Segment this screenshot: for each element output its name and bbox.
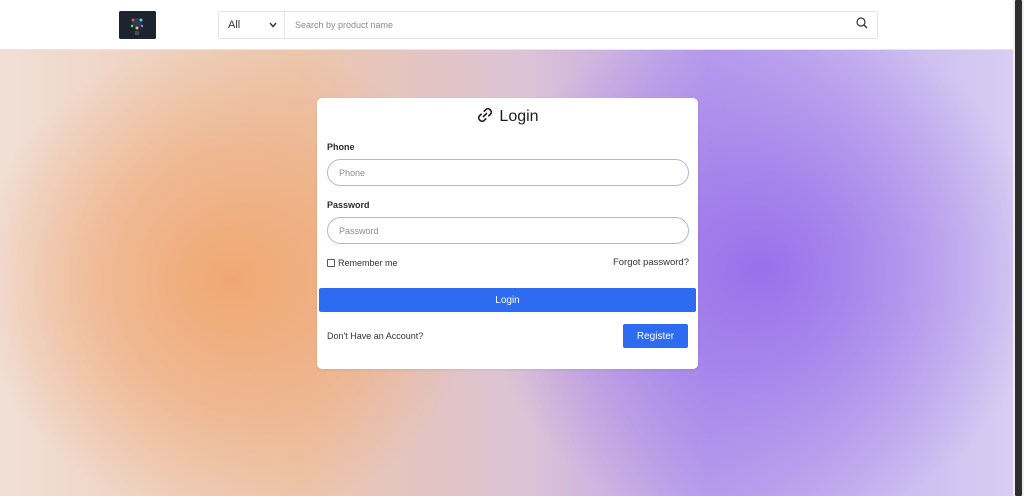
remember-me-checkbox[interactable] bbox=[327, 259, 335, 267]
search-button[interactable] bbox=[847, 12, 877, 38]
page-scrollbar[interactable] bbox=[1013, 0, 1024, 496]
no-account-text: Don't Have an Account? bbox=[327, 331, 424, 341]
password-label: Password bbox=[327, 200, 370, 210]
search-input[interactable] bbox=[285, 12, 847, 38]
top-navbar: All bbox=[0, 0, 1013, 50]
login-card: Login Phone Password Remember me Forgot … bbox=[317, 98, 698, 369]
link-icon bbox=[476, 106, 494, 129]
login-button[interactable]: Login bbox=[319, 288, 696, 312]
search-bar: All bbox=[218, 11, 878, 39]
forgot-password-link[interactable]: Forgot password? bbox=[613, 257, 689, 268]
search-icon bbox=[856, 16, 868, 34]
phone-field[interactable] bbox=[327, 159, 689, 186]
login-heading: Login bbox=[317, 107, 698, 127]
phone-label: Phone bbox=[327, 142, 355, 152]
page: All Search by product name Login Phone P… bbox=[0, 0, 1013, 496]
register-button[interactable]: Register bbox=[623, 324, 688, 348]
password-field[interactable] bbox=[327, 217, 689, 244]
chevron-down-icon bbox=[269, 21, 277, 30]
login-title: Login bbox=[499, 108, 539, 125]
scrollbar-thumb[interactable] bbox=[1015, 0, 1022, 496]
site-logo[interactable] bbox=[119, 11, 156, 39]
category-value: All bbox=[228, 19, 241, 31]
remember-me-label: Remember me bbox=[338, 258, 398, 268]
category-select[interactable]: All bbox=[219, 12, 285, 38]
remember-me: Remember me bbox=[327, 258, 398, 268]
